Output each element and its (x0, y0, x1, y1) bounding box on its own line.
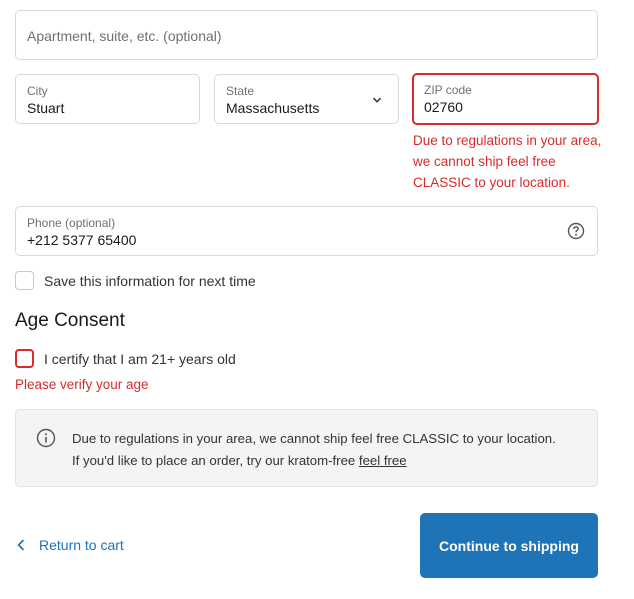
shipping-notice: Due to regulations in your area, we cann… (15, 409, 598, 487)
return-to-cart-label: Return to cart (39, 537, 124, 553)
apartment-placeholder: Apartment, suite, etc. (optional) (27, 28, 222, 44)
notice-line-2-text: If you'd like to place an order, try our… (72, 453, 356, 468)
phone-field[interactable]: Phone (optional) +212 5377 65400 (15, 206, 598, 256)
city-field[interactable]: City Stuart (15, 74, 200, 124)
chevron-down-icon (372, 97, 382, 103)
zip-value: 02760 (424, 99, 463, 115)
state-value: Massachusetts (226, 100, 320, 116)
save-info-label[interactable]: Save this information for next time (44, 273, 256, 289)
info-icon (36, 428, 56, 448)
zip-label: ZIP code (424, 83, 472, 97)
age-consent-label[interactable]: I certify that I am 21+ years old (44, 351, 236, 367)
chevron-left-icon (17, 539, 25, 551)
return-to-cart-link[interactable]: Return to cart (15, 537, 124, 553)
notice-line-1: Due to regulations in your area, we cann… (72, 431, 556, 446)
state-select[interactable]: State Massachusetts (214, 74, 399, 124)
age-error-message: Please verify your age (15, 377, 149, 392)
age-consent-title: Age Consent (15, 310, 125, 331)
city-value: Stuart (27, 100, 65, 116)
notice-line-2: If you'd like to place an order, try our… (72, 453, 407, 468)
phone-value: +212 5377 65400 (27, 232, 137, 248)
save-info-checkbox[interactable] (15, 271, 34, 290)
state-label: State (226, 84, 255, 98)
help-icon[interactable] (567, 222, 585, 240)
city-label: City (27, 84, 48, 98)
zip-error-message: Due to regulations in your area, we cann… (413, 133, 602, 190)
continue-to-shipping-button[interactable]: Continue to shipping (420, 513, 598, 578)
feel-free-link[interactable]: feel free (359, 453, 407, 468)
apartment-field[interactable]: Apartment, suite, etc. (optional) (15, 10, 598, 60)
zip-field[interactable]: ZIP code 02760 (412, 73, 599, 125)
phone-label: Phone (optional) (27, 216, 116, 230)
age-consent-checkbox[interactable] (15, 349, 34, 368)
